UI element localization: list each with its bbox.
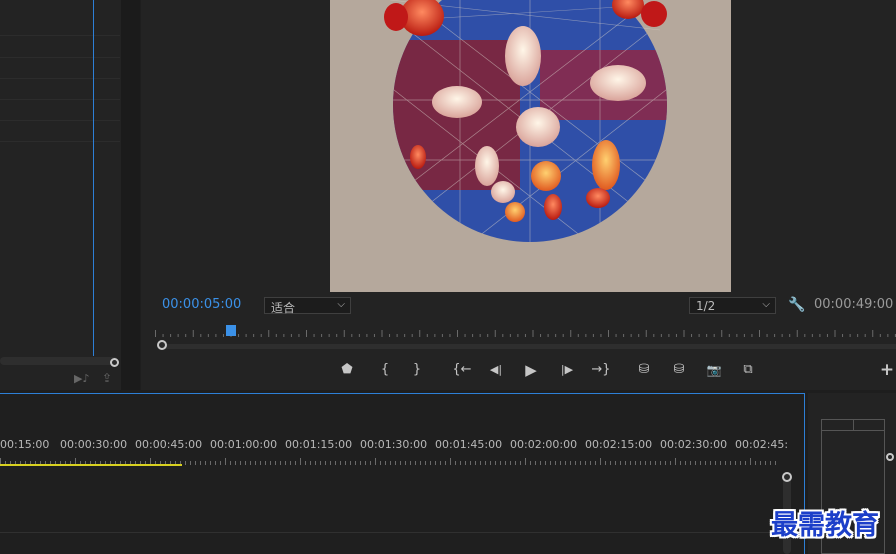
timeline-time-label: 00:02:15:00 (585, 438, 653, 451)
mark-in-icon[interactable]: { (374, 360, 396, 380)
work-area-bar[interactable] (0, 464, 182, 466)
monitor-time-ruler[interactable] (155, 323, 896, 339)
zoom-level-select[interactable]: 适合 ⌵ (264, 297, 351, 315)
duration-timecode: 00:00:49:00 (814, 297, 894, 312)
timeline-time-label: 00:01:30:00 (360, 438, 428, 451)
timeline-time-label: 00:01:15:00 (285, 438, 353, 451)
step-back-icon[interactable]: ◀| (485, 360, 507, 380)
project-zoom-bar[interactable] (0, 357, 118, 365)
list-row-divider (0, 57, 120, 58)
project-panel (0, 0, 140, 390)
timeline-time-label: 00:15:00 (0, 438, 50, 451)
list-row-divider (0, 141, 120, 142)
meter-line (853, 420, 854, 430)
mark-out-icon[interactable]: } (406, 360, 428, 380)
add-button[interactable]: + (876, 360, 896, 380)
go-to-in-icon[interactable]: {← (451, 360, 473, 380)
list-row-divider (0, 120, 120, 121)
lift-icon[interactable]: ⛁ (633, 360, 655, 380)
compare-view-icon[interactable]: ⧉ (737, 360, 759, 380)
chevron-down-icon: ⌵ (337, 299, 345, 310)
meter-scroll-handle[interactable] (886, 453, 894, 461)
timeline-time-label: 00:01:00:00 (210, 438, 278, 451)
timeline-time-label: 00:02:45: (735, 438, 789, 451)
resolution-select[interactable]: 1/2 ⌵ (689, 297, 776, 314)
export-frame-icon[interactable]: 📷 (703, 360, 725, 380)
timeline-time-label: 00:01:45:00 (435, 438, 503, 451)
current-timecode[interactable]: 00:00:05:00 (162, 297, 241, 312)
zoom-level-value: 适合 (271, 301, 296, 315)
timeline-time-label: 00:00:30:00 (60, 438, 128, 451)
timeline-panel (0, 393, 805, 554)
resolution-value: 1/2 (696, 299, 716, 313)
marker-icon[interactable]: ⬟ (336, 360, 358, 380)
track-divider (0, 532, 780, 533)
project-scrollbar[interactable] (121, 0, 140, 390)
go-to-out-icon[interactable]: →} (590, 360, 612, 380)
video-preview (330, 0, 731, 292)
project-zoom-handle[interactable] (110, 358, 119, 367)
insert-icon[interactable]: ▶♪ (74, 372, 89, 385)
timeline-time-label: 00:02:30:00 (660, 438, 728, 451)
timeline-time-label: 00:02:00:00 (510, 438, 578, 451)
play-icon[interactable]: ▶ (520, 360, 542, 380)
list-row-divider (0, 99, 120, 100)
monitor-zoom-bar[interactable] (160, 344, 896, 349)
timeline-scroll-handle[interactable] (782, 472, 792, 482)
watermark: 最需教育 (771, 510, 879, 541)
timeline-time-label: 00:00:45:00 (135, 438, 203, 451)
lantern-image (330, 0, 731, 292)
list-row-divider (0, 35, 120, 36)
project-playhead-line (93, 0, 94, 356)
export-icon[interactable]: ⇪ (102, 371, 112, 385)
list-row-divider (0, 78, 120, 79)
chevron-down-icon: ⌵ (762, 299, 770, 310)
step-forward-icon[interactable]: |▶ (556, 360, 578, 380)
playhead-marker[interactable] (226, 325, 236, 336)
wrench-icon[interactable]: 🔧 (788, 297, 805, 313)
meter-line (822, 430, 884, 431)
extract-icon[interactable]: ⛁ (668, 360, 690, 380)
monitor-zoom-handle[interactable] (157, 340, 167, 350)
